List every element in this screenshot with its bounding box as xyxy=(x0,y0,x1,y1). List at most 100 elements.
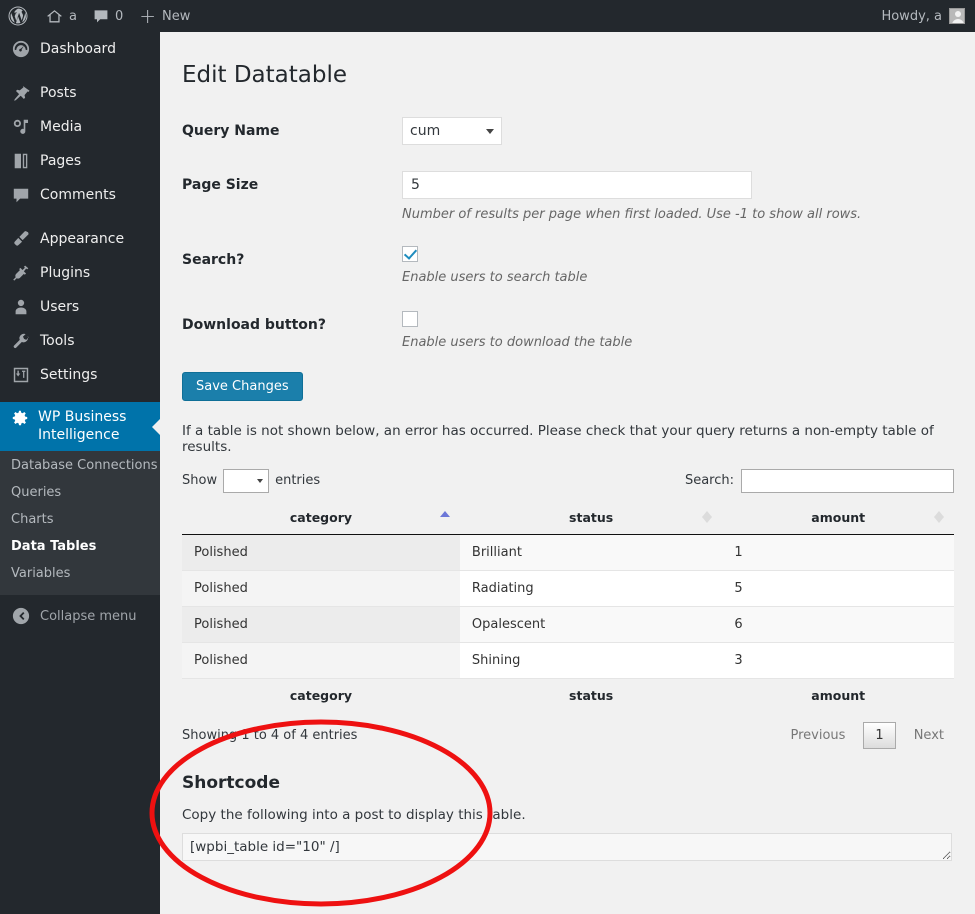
table-error-notice: If a table is not shown below, an error … xyxy=(182,422,934,455)
comment-bubble-icon xyxy=(93,8,109,24)
shortcode-title: Shortcode xyxy=(182,772,280,793)
new-label: New xyxy=(162,8,191,24)
sidebar-separator xyxy=(0,212,160,222)
howdy-label: Howdy, a xyxy=(881,8,942,24)
sidebar-item-plugins[interactable]: Plugins xyxy=(0,256,160,290)
sidebar-item-appearance[interactable]: Appearance xyxy=(0,222,160,256)
plug-icon xyxy=(11,263,31,283)
chevron-left-circle-icon xyxy=(11,606,31,626)
table-row[interactable]: Polished Shining 3 xyxy=(182,642,954,679)
sidebar-item-data-tables[interactable]: Data Tables xyxy=(0,533,160,560)
sidebar-submenu: Database Connections Queries Charts Data… xyxy=(0,451,160,595)
sidebar-item-database-connections[interactable]: Database Connections xyxy=(0,452,160,479)
sidebar-item-label: Comments xyxy=(40,187,116,203)
media-icon xyxy=(11,117,31,137)
comment-bubble-icon xyxy=(11,185,31,205)
collapse-menu-label: Collapse menu xyxy=(40,608,137,624)
sidebar-item-label: Users xyxy=(40,299,80,315)
sort-ascending-icon xyxy=(439,511,450,523)
sidebar-item-users[interactable]: Users xyxy=(0,290,160,324)
sort-none-icon xyxy=(934,511,944,524)
sidebar-item-posts[interactable]: Posts xyxy=(0,76,160,110)
datatable-info: Showing 1 to 4 of 4 entries xyxy=(182,727,358,743)
column-header-label: status xyxy=(569,509,614,525)
page-title: Edit Datatable xyxy=(182,62,348,88)
pages-icon xyxy=(11,151,31,171)
datatable-head: category status amount xyxy=(182,500,954,535)
comments-count: 0 xyxy=(114,8,124,24)
download-button-description: Enable users to download the table xyxy=(402,334,633,350)
sidebar-item-charts[interactable]: Charts xyxy=(0,506,160,533)
collapse-menu-button[interactable]: Collapse menu xyxy=(0,599,160,633)
account-menu[interactable]: Howdy, a xyxy=(881,8,975,24)
cell-category: Polished xyxy=(182,606,460,643)
wordpress-logo-button[interactable] xyxy=(0,0,38,32)
sidebar-item-variables[interactable]: Variables xyxy=(0,560,160,587)
sidebar-item-label: Appearance xyxy=(40,231,125,247)
column-header-category[interactable]: category xyxy=(182,500,460,535)
column-header-status[interactable]: status xyxy=(459,500,723,535)
sidebar-item-dashboard[interactable]: Dashboard xyxy=(0,32,160,66)
cell-amount: 1 xyxy=(722,534,954,571)
sort-none-icon xyxy=(702,511,713,524)
footer-header-amount: amount xyxy=(722,677,954,712)
site-name-menu[interactable]: a xyxy=(38,0,85,32)
site-name-label: a xyxy=(69,8,77,24)
sidebar-item-pages[interactable]: Pages xyxy=(0,144,160,178)
previous-page-button[interactable]: Previous xyxy=(780,723,855,748)
cell-amount: 6 xyxy=(722,606,954,643)
sidebar-item-wp-business-intelligence[interactable]: WP Business Intelligence xyxy=(0,402,160,451)
query-name-select-wrapper: cum xyxy=(402,116,502,145)
sidebar-item-media[interactable]: Media xyxy=(0,110,160,144)
save-changes-button[interactable]: Save Changes xyxy=(182,371,303,401)
new-content-menu[interactable]: + New xyxy=(131,0,198,32)
cell-category: Polished xyxy=(182,534,460,571)
shortcode-textarea[interactable]: [wpbi_table id="10" /] xyxy=(182,832,952,861)
wrench-icon xyxy=(11,331,31,351)
comments-menu[interactable]: 0 xyxy=(85,0,131,32)
dashboard-icon xyxy=(11,39,31,59)
page-number-button[interactable]: 1 xyxy=(863,721,896,749)
paintbrush-icon xyxy=(11,229,31,249)
cell-category: Polished xyxy=(182,642,460,679)
download-button-checkbox[interactable] xyxy=(402,310,418,327)
main-content: Edit Datatable Query Name cum Page Size … xyxy=(160,32,975,914)
field-row-page-size: Page Size Number of results per page whe… xyxy=(182,170,955,222)
pin-icon xyxy=(11,83,31,103)
footer-header-category: category xyxy=(182,677,460,712)
datatable-search-control: Search: xyxy=(685,468,954,493)
field-row-query-name: Query Name cum xyxy=(182,116,955,145)
search-description: Enable users to search table xyxy=(402,269,588,285)
download-button-label: Download button? xyxy=(182,316,326,333)
table-header-row: category status amount xyxy=(182,500,954,535)
column-header-amount[interactable]: amount xyxy=(722,500,954,535)
cell-status: Brilliant xyxy=(459,534,723,571)
entries-per-page-select[interactable] xyxy=(223,468,270,493)
query-name-select[interactable]: cum xyxy=(402,116,502,145)
column-header-label: amount xyxy=(811,509,866,525)
cell-status: Shining xyxy=(459,642,723,679)
search-input[interactable] xyxy=(741,468,954,493)
table-row[interactable]: Polished Radiating 5 xyxy=(182,570,954,607)
user-icon xyxy=(11,297,31,317)
sidebar-separator xyxy=(0,392,160,402)
avatar xyxy=(949,8,965,24)
datatable-pagination: Previous 1 Next xyxy=(780,721,954,749)
sidebar-item-comments[interactable]: Comments xyxy=(0,178,160,212)
sidebar-item-settings[interactable]: Settings xyxy=(0,358,160,392)
page-size-input[interactable] xyxy=(402,170,752,199)
table-row[interactable]: Polished Brilliant 1 xyxy=(182,534,954,571)
search-checkbox[interactable] xyxy=(402,245,418,262)
cell-status: Radiating xyxy=(459,570,723,607)
datatable-length-control: Show entries xyxy=(182,468,320,493)
sidebar-item-tools[interactable]: Tools xyxy=(0,324,160,358)
table-row[interactable]: Polished Opalescent 6 xyxy=(182,606,954,643)
next-page-button[interactable]: Next xyxy=(904,723,954,748)
sidebar-item-queries[interactable]: Queries xyxy=(0,479,160,506)
home-icon xyxy=(46,8,63,25)
wordpress-logo-icon xyxy=(8,6,28,26)
admin-sidebar: Dashboard Posts Media Pages Comments App… xyxy=(0,32,160,914)
page-size-description: Number of results per page when first lo… xyxy=(402,206,862,222)
settings-sliders-icon xyxy=(11,365,31,385)
sidebar-item-label: Media xyxy=(40,119,83,135)
